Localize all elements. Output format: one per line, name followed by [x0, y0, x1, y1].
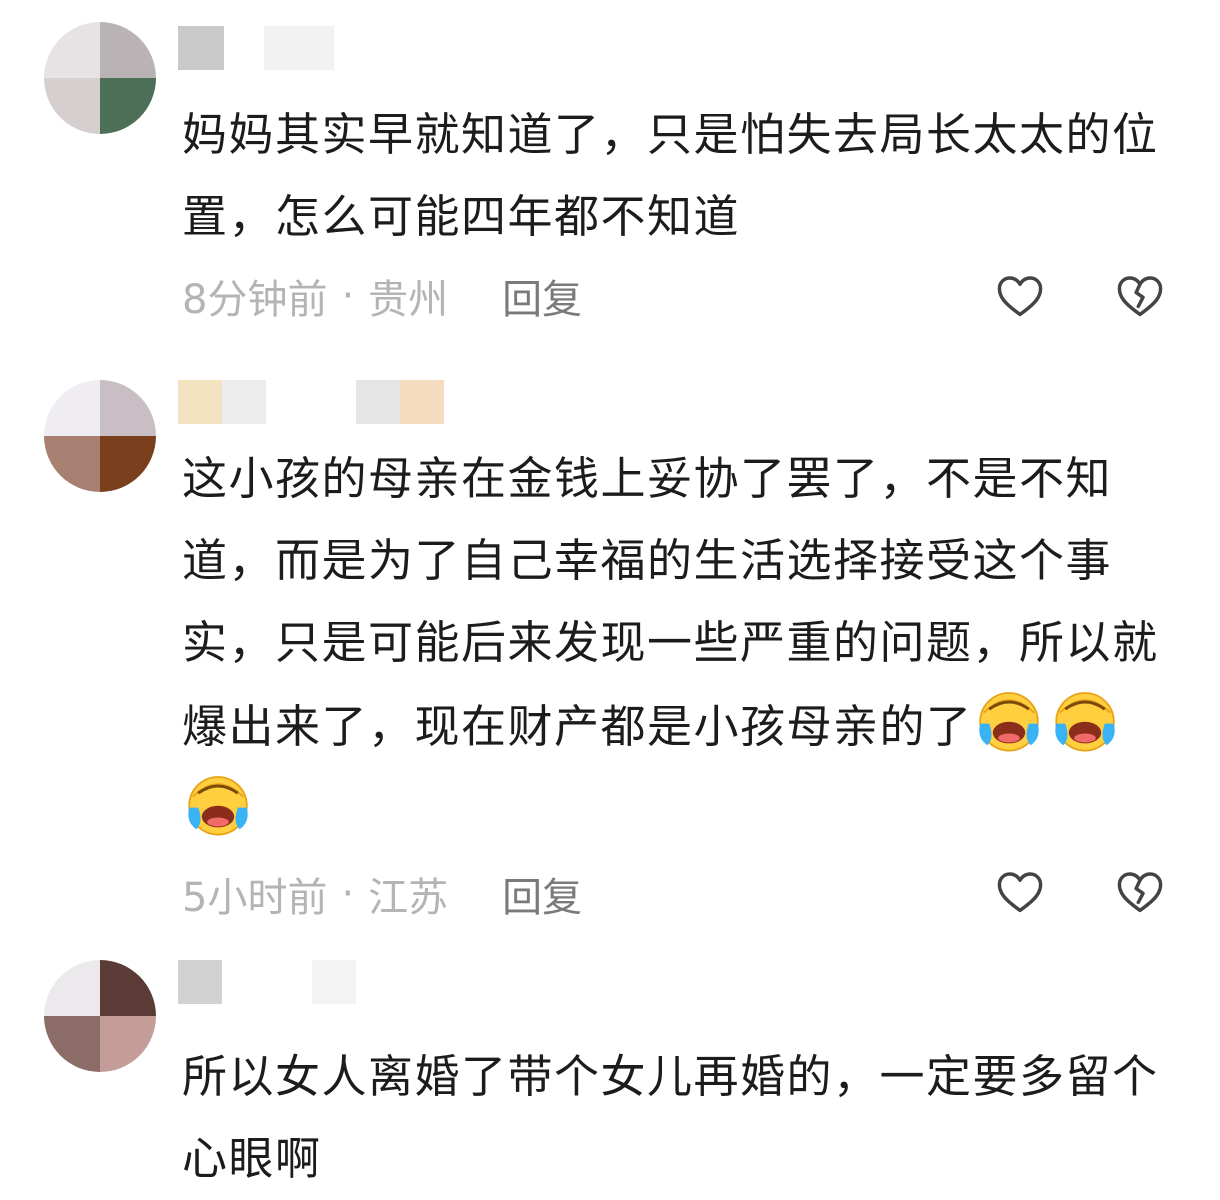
heart-outline-icon[interactable] [994, 866, 1046, 918]
crying-laughing-emoji-icon [978, 692, 1039, 752]
comment-meta: 5小时前 · 江苏 回复 [182, 864, 582, 924]
comment-location: 贵州 [368, 277, 449, 323]
comment-text: 妈妈其实早就知道了，只是怕失去局长太太的位置，怎么可能四年都不知道 [182, 108, 1159, 243]
reply-button[interactable]: 回复 [502, 865, 582, 923]
reply-button[interactable]: 回复 [502, 267, 582, 325]
comment-time: 5小时前 [182, 875, 328, 921]
comment-text: 所以女人离婚了带个女儿再婚的，一定要多留个心眼啊 [182, 1050, 1159, 1185]
heart-outline-icon[interactable] [994, 270, 1046, 322]
meta-separator: · [341, 871, 355, 917]
avatar[interactable] [44, 960, 156, 1072]
meta-separator: · [341, 273, 355, 319]
comment-time: 8分钟前 [182, 277, 328, 323]
comment-meta: 8分钟前 · 贵州 回复 [182, 266, 582, 326]
crying-laughing-emoji-icon [188, 776, 248, 836]
username-pixelated[interactable] [178, 380, 458, 424]
broken-heart-icon[interactable] [1114, 270, 1166, 322]
avatar[interactable] [44, 380, 156, 492]
comment-location: 江苏 [368, 875, 449, 921]
crying-laughing-emoji-icon [1054, 692, 1115, 752]
username-pixelated[interactable] [178, 26, 458, 70]
avatar[interactable] [44, 22, 156, 134]
comment-text: 这小孩的母亲在金钱上妥协了罢了，不是不知道，而是为了自己幸福的生活选择接受这个事… [182, 438, 1162, 852]
username-pixelated[interactable] [178, 960, 458, 1004]
broken-heart-icon[interactable] [1114, 866, 1166, 918]
